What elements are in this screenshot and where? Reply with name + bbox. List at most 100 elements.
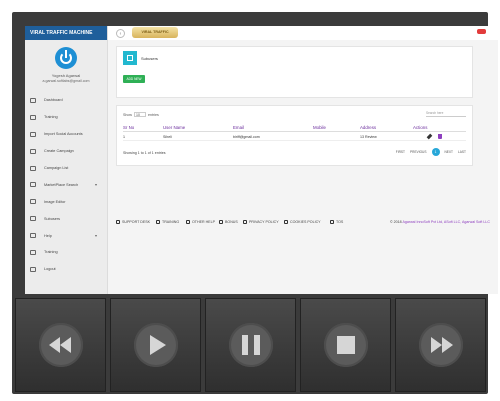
monitor-icon bbox=[30, 249, 36, 255]
market-icon bbox=[30, 182, 36, 188]
footer-link-cookies[interactable]: COOKIES POLICY bbox=[284, 220, 321, 224]
sidebar-item-label: Subusers bbox=[44, 216, 61, 221]
stop-icon bbox=[336, 336, 355, 354]
footer-link-other-help[interactable]: OTHER HELP bbox=[186, 220, 215, 224]
cell-user: Siheli bbox=[163, 135, 172, 139]
subusers-card: Subusers ADD NEW bbox=[116, 46, 473, 98]
menu-toggle-button[interactable]: ‹ bbox=[116, 29, 125, 38]
edit-icon[interactable] bbox=[426, 133, 433, 140]
power-icon-bar bbox=[65, 50, 67, 58]
rewind-icon bbox=[48, 337, 60, 353]
key-icon bbox=[30, 216, 36, 222]
table-info: Showing 1 to 1 of 1 entries bbox=[123, 151, 166, 155]
pager-previous[interactable]: PREVIOUS bbox=[410, 150, 426, 154]
copyright: © 2018 Agarwal InnoSoft Pvt Ltd, ASoft L… bbox=[390, 220, 490, 224]
help-icon bbox=[30, 233, 36, 239]
sidebar-nav: Dashboard Training Import Social Account… bbox=[25, 92, 107, 278]
sidebar-item-label: MarketPlace Search bbox=[44, 182, 79, 187]
fast-forward-button[interactable] bbox=[395, 298, 486, 392]
pause-icon bbox=[241, 335, 248, 355]
sidebar-item-label: Training bbox=[44, 250, 58, 255]
user-name: Yogesh Agarwal bbox=[51, 73, 81, 78]
sidebar-item-help[interactable]: Help ▾ bbox=[25, 227, 107, 244]
sidebar-item-label: Dashboard bbox=[44, 98, 63, 103]
cookie-icon bbox=[284, 220, 288, 224]
sidebar-item-label: Campaign List bbox=[44, 166, 69, 170]
header-user-name[interactable]: User Name bbox=[163, 125, 185, 130]
notification-icon[interactable] bbox=[477, 29, 486, 34]
pager-current[interactable]: 1 bbox=[431, 148, 440, 156]
show-label: Show bbox=[123, 112, 132, 117]
app-screen: VIRAL TRAFFIC MACHINE Yogesh Agarwal a.g… bbox=[25, 26, 498, 294]
footer-link-privacy[interactable]: PRIVACY POLICY bbox=[243, 220, 279, 224]
document-icon bbox=[30, 148, 36, 154]
fast-forward-icon bbox=[430, 337, 442, 353]
monitor-icon bbox=[156, 220, 160, 224]
footer-link-bonus[interactable]: BONUS bbox=[219, 220, 238, 224]
sidebar-item-marketplace-search[interactable]: MarketPlace Search ▾ bbox=[25, 176, 107, 193]
footer-link-training[interactable]: TRAINING bbox=[156, 220, 179, 224]
header-mobile[interactable]: Mobile bbox=[313, 125, 326, 130]
sidebar-item-label: Training bbox=[44, 115, 58, 120]
header-sr-no[interactable]: Sr No bbox=[123, 125, 134, 130]
avatar[interactable] bbox=[55, 47, 77, 69]
sidebar-item-label: Import Social Accounts bbox=[44, 132, 83, 137]
sidebar-item-training-2[interactable]: Training bbox=[25, 244, 107, 261]
sidebar: VIRAL TRAFFIC MACHINE Yogesh Agarwal a.g… bbox=[25, 26, 108, 294]
table-header: Sr No User Name Email Mobile Address Act… bbox=[123, 123, 466, 132]
sidebar-item-training[interactable]: Training bbox=[25, 109, 107, 126]
import-icon bbox=[30, 131, 36, 137]
footer: SUPPORT DESK TRAINING OTHER HELP BONUS P… bbox=[116, 216, 490, 228]
main-content: Subusers ADD NEW Show 10 entries Search … bbox=[108, 40, 498, 294]
rewind-button[interactable] bbox=[15, 298, 106, 392]
subusers-icon bbox=[123, 51, 137, 65]
media-controls bbox=[12, 296, 488, 394]
monitor-frame: VIRAL TRAFFIC MACHINE Yogesh Agarwal a.g… bbox=[12, 12, 498, 394]
table-row: 1 Siheli biriff@gmail.com 13 Review bbox=[123, 133, 466, 141]
sidebar-item-campaign-list[interactable]: Campaign List bbox=[25, 160, 107, 177]
logout-icon bbox=[30, 266, 36, 272]
image-icon bbox=[30, 199, 36, 205]
cell-email: biriff@gmail.com bbox=[233, 135, 260, 139]
dashboard-icon bbox=[30, 97, 36, 103]
footer-link-support[interactable]: SUPPORT DESK bbox=[116, 220, 150, 224]
sidebar-item-label: Logout bbox=[44, 267, 56, 272]
user-email: a.garwal.softlabs@gmail.com bbox=[42, 79, 90, 83]
pager-first[interactable]: FIRST bbox=[396, 150, 405, 154]
search-input[interactable]: Search here bbox=[426, 111, 466, 117]
list-icon bbox=[30, 165, 36, 171]
sidebar-item-logout[interactable]: Logout bbox=[25, 261, 107, 278]
brand-title: VIRAL TRAFFIC MACHINE bbox=[25, 26, 107, 40]
sidebar-item-label: Help bbox=[44, 233, 52, 238]
header-email[interactable]: Email bbox=[233, 125, 244, 130]
play-button[interactable] bbox=[110, 298, 201, 392]
footer-link-tos[interactable]: TOS bbox=[330, 220, 343, 224]
topbar: ‹ VIRAL TRAFFIC bbox=[108, 26, 498, 40]
header-address[interactable]: Address bbox=[360, 125, 376, 130]
sidebar-item-label: Image Editor bbox=[44, 199, 66, 204]
delete-icon[interactable] bbox=[438, 134, 442, 139]
entries-select[interactable]: 10 bbox=[134, 112, 146, 117]
sidebar-item-create-campaign[interactable]: Create Campaign bbox=[25, 143, 107, 160]
tos-icon bbox=[330, 220, 334, 224]
subusers-table-card: Show 10 entries Search here Sr No User N… bbox=[116, 105, 473, 166]
sidebar-item-dashboard[interactable]: Dashboard bbox=[25, 92, 107, 109]
chevron-down-icon: ▾ bbox=[94, 233, 97, 239]
pause-button[interactable] bbox=[205, 298, 296, 392]
entries-label: entries bbox=[148, 112, 159, 117]
sidebar-item-image-editor[interactable]: Image Editor bbox=[25, 193, 107, 210]
sidebar-item-import-social-accounts[interactable]: Import Social Accounts bbox=[25, 126, 107, 143]
stop-button[interactable] bbox=[300, 298, 391, 392]
header-actions: Actions bbox=[413, 125, 428, 130]
pager-next[interactable]: NEXT bbox=[445, 150, 454, 154]
users-icon bbox=[186, 220, 190, 224]
monitor-icon bbox=[30, 114, 36, 120]
pagination: FIRST PREVIOUS 1 NEXT LAST bbox=[391, 148, 466, 156]
play-icon bbox=[149, 335, 166, 355]
cell-sr: 1 bbox=[123, 135, 125, 139]
sidebar-item-subusers[interactable]: Subusers bbox=[25, 210, 107, 227]
add-new-button[interactable]: ADD NEW bbox=[123, 75, 145, 83]
location-icon bbox=[243, 220, 247, 224]
pager-last[interactable]: LAST bbox=[458, 150, 466, 154]
show-entries: Show 10 entries bbox=[123, 112, 159, 117]
